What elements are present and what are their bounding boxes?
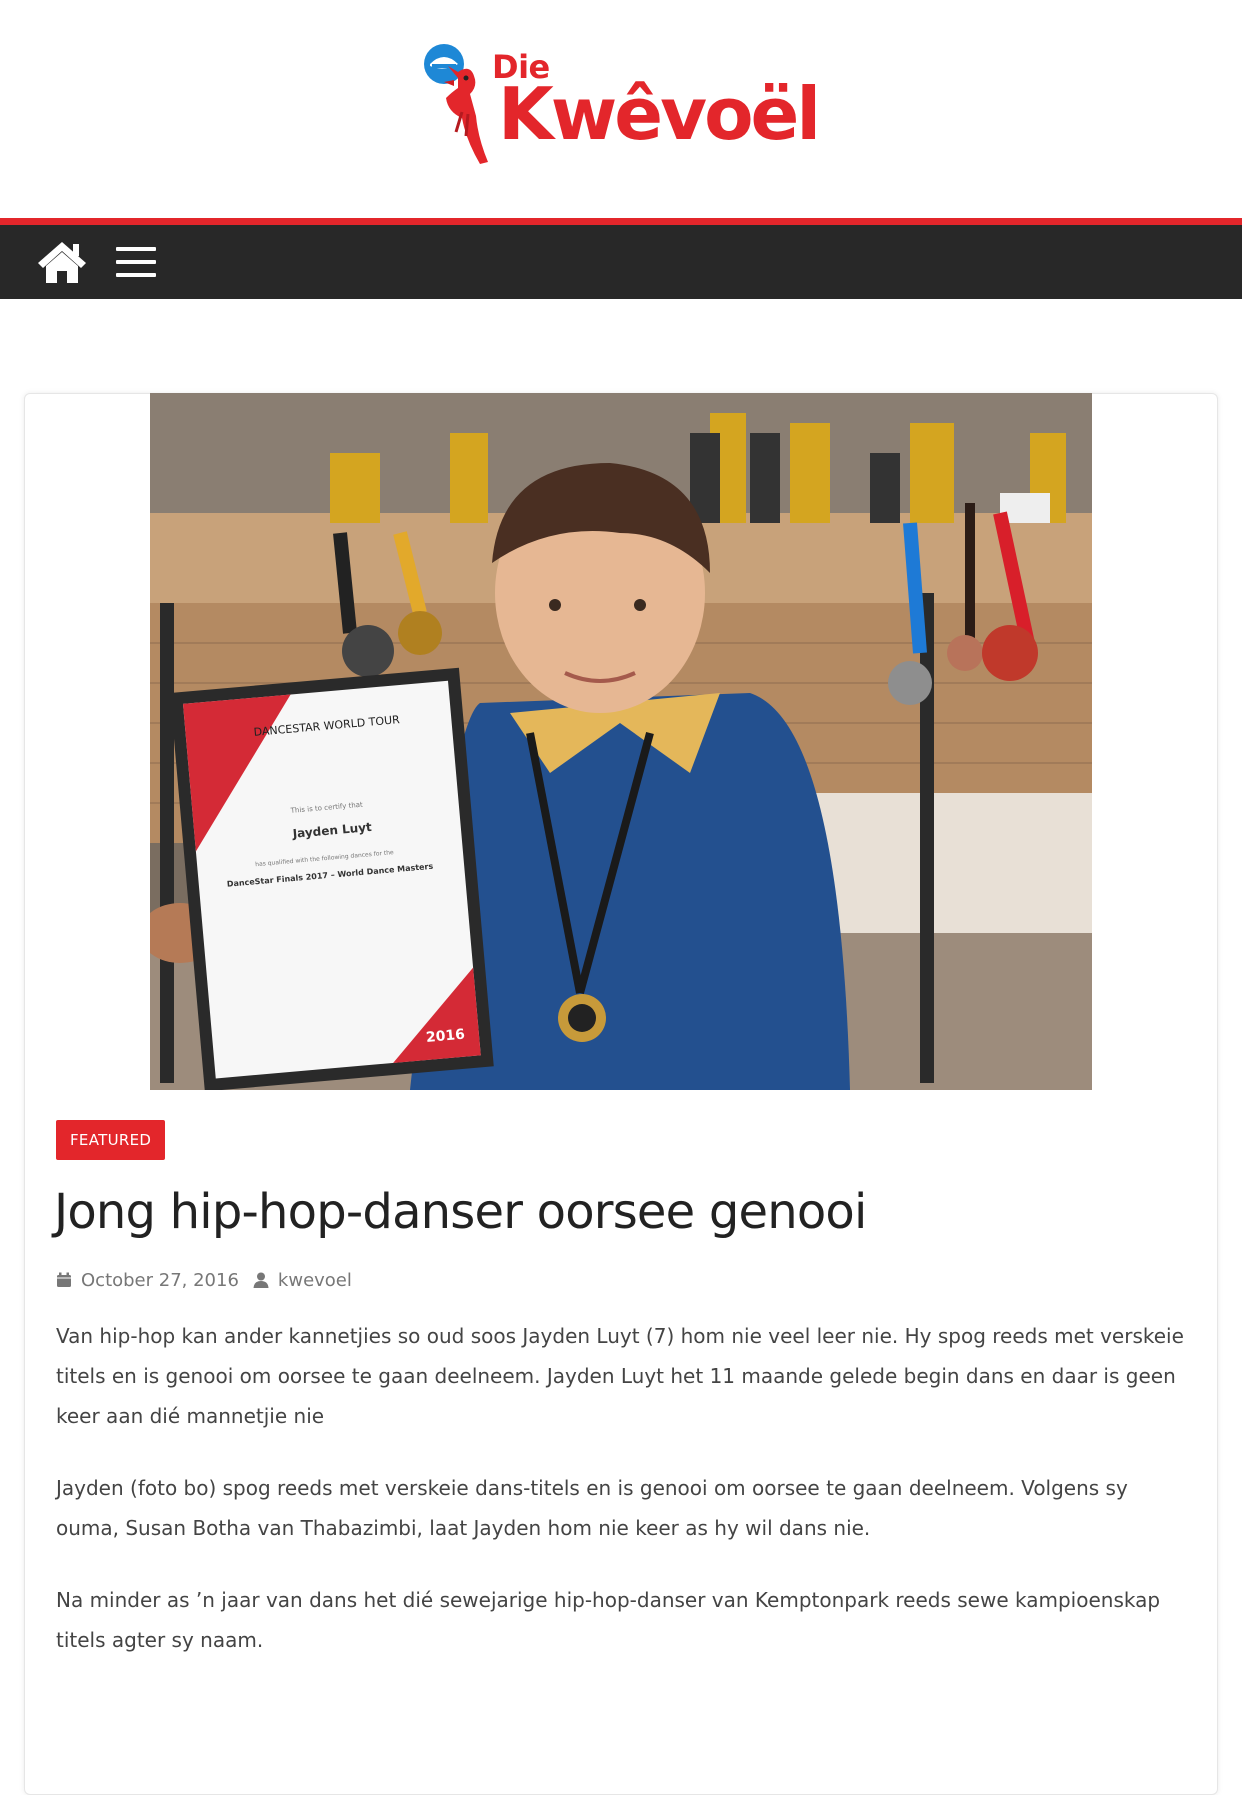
article-meta: October 27, 2016 kwevoel (56, 1266, 352, 1294)
article-body: Van hip-hop kan ander kannetjies so oud … (56, 1316, 1186, 1692)
logo-name: Kwêvoël (498, 72, 821, 156)
header-accent-line (0, 218, 1242, 225)
site-header: Die Kwêvoël (0, 0, 1242, 218)
home-icon (38, 242, 86, 283)
site-logo[interactable]: Die Kwêvoël (418, 40, 821, 170)
calendar-icon (57, 1272, 71, 1287)
certificate-year: 2016 (425, 1027, 465, 1046)
main-navigation (0, 225, 1242, 299)
article-paragraph-2: Jayden (foto bo) spog reeds met verskeie… (56, 1476, 1128, 1540)
featured-image[interactable]: DANCESTAR WORLD TOUR This is to certify … (150, 393, 1092, 1090)
article-title: Jong hip-hop-danser oorsee genooi (54, 1184, 867, 1240)
article-paragraph-3: Na minder as ’n jaar van dans het dié se… (56, 1588, 1161, 1652)
article-paragraph-1: Van hip-hop kan ander kannetjies so oud … (56, 1324, 1184, 1428)
article-author-link[interactable]: kwevoel (278, 1270, 352, 1291)
featured-photo: DANCESTAR WORLD TOUR This is to certify … (150, 393, 1092, 1090)
category-badge[interactable]: FEATURED (56, 1120, 166, 1160)
article-date-link[interactable]: October 27, 2016 (81, 1270, 239, 1291)
menu-toggle-button[interactable] (114, 243, 158, 281)
hamburger-menu-icon (116, 247, 156, 277)
home-button[interactable] (36, 239, 88, 285)
user-icon (253, 1272, 269, 1288)
